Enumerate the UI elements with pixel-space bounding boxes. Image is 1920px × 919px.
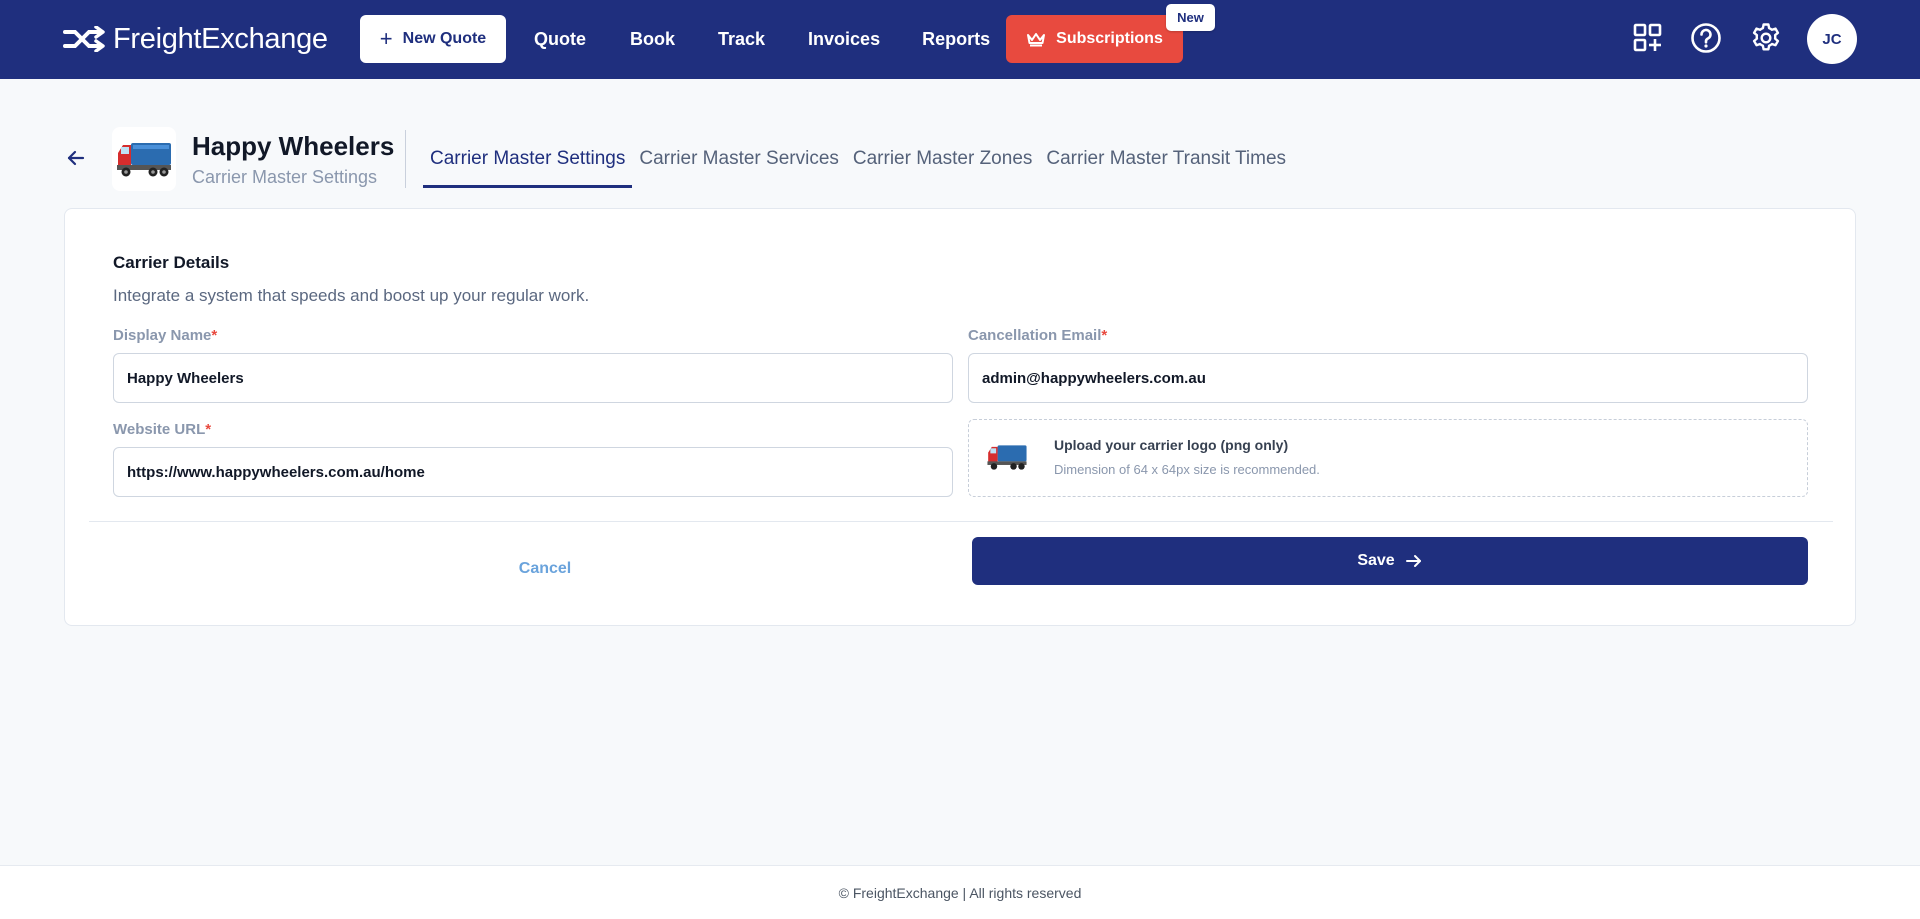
- display-name-label-text: Display Name: [113, 327, 212, 344]
- back-button[interactable]: [64, 146, 88, 170]
- required-mark: *: [1101, 327, 1108, 344]
- gear-icon: [1752, 23, 1780, 51]
- carrier-logo: [112, 127, 176, 191]
- top-navigation-bar: FreightExchange + New Quote Quote Book T…: [0, 0, 1920, 79]
- website-url-input[interactable]: [113, 447, 953, 497]
- grid-plus-icon: [1633, 23, 1662, 52]
- settings-button[interactable]: [1748, 20, 1784, 56]
- tab-carrier-master-services[interactable]: Carrier Master Services: [632, 138, 846, 188]
- logo-upload-dropzone[interactable]: Upload your carrier logo (png only) Dime…: [968, 419, 1808, 497]
- nav-link-invoices[interactable]: Invoices: [808, 29, 880, 50]
- card-divider: [89, 521, 1833, 522]
- carrier-details-card: Carrier Details Integrate a system that …: [64, 208, 1856, 626]
- user-avatar[interactable]: JC: [1807, 14, 1857, 64]
- footer-copyright: © FreightExchange | All rights reserved: [838, 884, 1082, 901]
- truck-icon: [117, 143, 171, 177]
- save-label: Save: [1357, 552, 1395, 569]
- carrier-tabs: Carrier Master Settings Carrier Master S…: [423, 138, 1293, 190]
- upload-hint: Dimension of 64 x 64px size is recommend…: [1054, 462, 1320, 477]
- truck-icon: [987, 445, 1027, 470]
- website-url-label-text: Website URL: [113, 421, 206, 438]
- cancellation-email-input[interactable]: [968, 353, 1808, 403]
- nav-link-reports[interactable]: Reports: [922, 29, 990, 50]
- brand-name: FreightExchange: [113, 22, 328, 55]
- new-quote-button[interactable]: + New Quote: [360, 15, 506, 63]
- page-footer: © FreightExchange | All rights reserved: [0, 865, 1920, 919]
- header-divider: [405, 130, 406, 188]
- nav-link-quote[interactable]: Quote: [534, 29, 586, 50]
- arrow-right-icon: [1405, 555, 1421, 567]
- crown-icon: [1027, 33, 1046, 47]
- website-url-label: Website URL*: [113, 421, 211, 438]
- plus-icon: +: [379, 26, 393, 51]
- tab-carrier-master-zones[interactable]: Carrier Master Zones: [846, 138, 1040, 188]
- apps-add-button[interactable]: [1630, 20, 1666, 56]
- section-title: Carrier Details: [113, 253, 230, 272]
- subscriptions-label: Subscriptions: [1056, 30, 1163, 47]
- exchange-arrows-icon: [63, 26, 105, 52]
- brand-logo[interactable]: FreightExchange: [63, 22, 328, 56]
- new-badge: New: [1166, 4, 1215, 31]
- display-name-input[interactable]: [113, 353, 953, 403]
- nav-link-track[interactable]: Track: [718, 29, 765, 50]
- question-circle-icon: [1691, 23, 1721, 53]
- tab-carrier-master-settings[interactable]: Carrier Master Settings: [423, 138, 633, 188]
- required-mark: *: [205, 421, 212, 438]
- cancellation-email-label-text: Cancellation Email: [968, 327, 1102, 344]
- cancellation-email-label: Cancellation Email*: [968, 327, 1107, 344]
- carrier-name-heading: Happy Wheelers: [192, 131, 395, 161]
- display-name-label: Display Name*: [113, 327, 217, 344]
- upload-title: Upload your carrier logo (png only): [1054, 437, 1289, 453]
- tab-carrier-master-transit-times[interactable]: Carrier Master Transit Times: [1039, 138, 1293, 188]
- new-quote-label: New Quote: [402, 30, 487, 47]
- required-mark: *: [211, 327, 218, 344]
- carrier-subtitle: Carrier Master Settings: [192, 167, 378, 187]
- nav-link-book[interactable]: Book: [630, 29, 675, 50]
- main-nav-links: Quote Book Track Invoices Reports: [534, 24, 990, 54]
- uploaded-logo-thumbnail: [985, 437, 1029, 477]
- help-button[interactable]: [1688, 20, 1724, 56]
- cancel-button[interactable]: Cancel: [505, 554, 585, 584]
- save-button[interactable]: Save: [972, 537, 1808, 585]
- arrow-left-icon: [67, 150, 85, 166]
- section-description: Integrate a system that speeds and boost…: [113, 286, 590, 305]
- subscriptions-button[interactable]: Subscriptions: [1006, 15, 1183, 63]
